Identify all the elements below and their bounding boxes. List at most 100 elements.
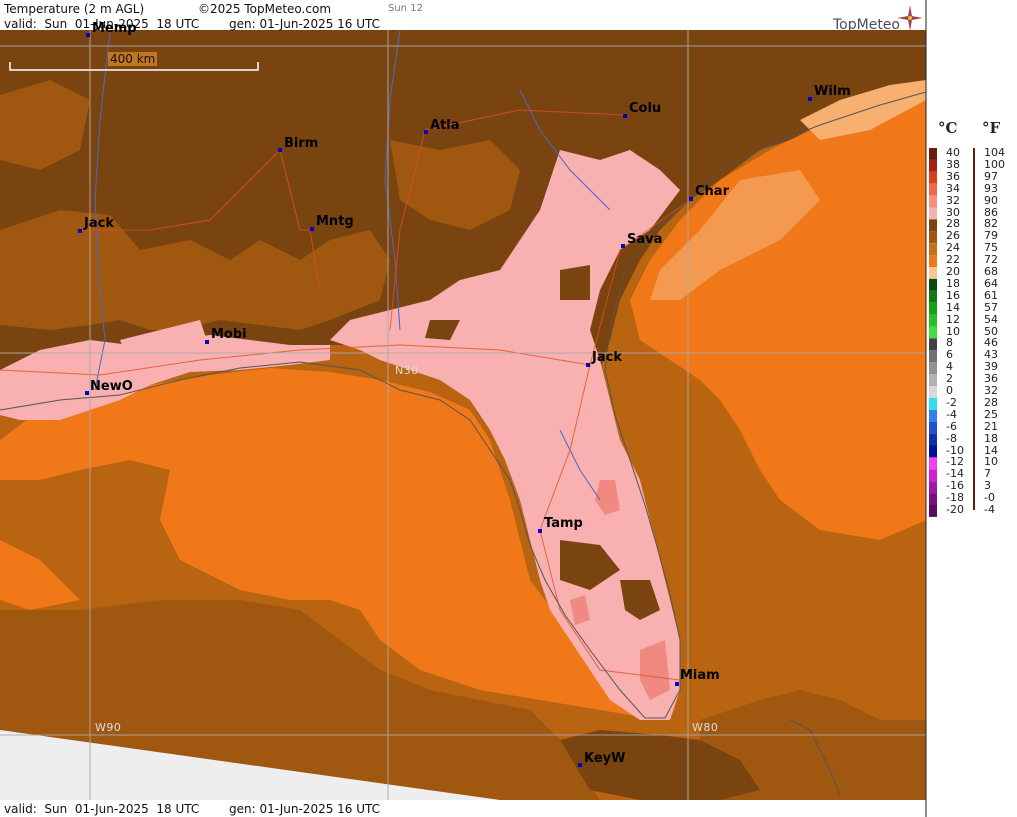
legend-fahrenheit-label: 7 — [984, 467, 991, 481]
legend-unit-fahrenheit: °F — [982, 119, 1001, 137]
legend-swatch — [929, 231, 937, 244]
legend-swatch — [929, 302, 937, 315]
legend-celsius-label: 26 — [946, 229, 960, 243]
legend-celsius-label: 8 — [946, 336, 953, 350]
legend-fahrenheit-label: 39 — [984, 360, 998, 374]
legend-celsius-label: -6 — [946, 419, 957, 433]
city-label: Mntg — [316, 214, 354, 229]
legend-fahrenheit-label: 18 — [984, 431, 998, 445]
legend-swatch — [929, 314, 937, 327]
legend-swatch — [929, 350, 937, 363]
city-label: Birm — [284, 136, 319, 151]
legend-celsius-label: -8 — [946, 431, 957, 445]
legend-fahrenheit-label: 64 — [984, 276, 998, 290]
legend-fahrenheit-label: 3 — [984, 479, 991, 493]
legend-fahrenheit-label: 82 — [984, 217, 998, 231]
city-label: Memp — [92, 21, 137, 36]
legend-fahrenheit-label: 104 — [984, 146, 1005, 159]
legend-celsius-label: -20 — [946, 503, 964, 516]
legend-fahrenheit-label: 79 — [984, 229, 998, 243]
legend-swatch — [929, 374, 937, 386]
map-title: Temperature (2 m AGL) — [4, 2, 145, 16]
topmeteo-logo: TopMeteo — [833, 17, 900, 33]
legend-celsius-label: 10 — [946, 324, 960, 338]
legend-fahrenheit-label: 50 — [984, 324, 998, 338]
city-label: Jack — [84, 216, 114, 231]
copyright: ©2025 TopMeteo.com — [198, 2, 332, 16]
legend-celsius-label: 2 — [946, 372, 953, 386]
city-label: Colu — [629, 101, 662, 116]
legend-fahrenheit-label: 46 — [984, 336, 998, 350]
legend-fahrenheit-label: 43 — [984, 348, 998, 362]
legend-swatch — [929, 481, 937, 494]
grid-label-n30: N30 — [395, 364, 419, 377]
legend-celsius-label: -12 — [946, 455, 964, 469]
legend-fahrenheit-label: 72 — [984, 253, 998, 267]
footer-gen-time: gen: 01-Jun-2025 16 UTC — [229, 802, 381, 816]
legend-celsius-label: 30 — [946, 205, 960, 219]
legend-fahrenheit-label: 14 — [984, 443, 998, 457]
city-label: Miam — [680, 668, 720, 683]
legend-fahrenheit-label: 28 — [984, 395, 998, 409]
legend-swatch — [929, 445, 937, 458]
legend-celsius-label: 4 — [946, 360, 953, 374]
legend-fahrenheit-label: -0 — [984, 491, 995, 505]
legend-fahrenheit-label: 86 — [984, 205, 998, 219]
city-label: Sava — [627, 232, 663, 247]
legend-unit-celsius: °C — [938, 119, 958, 137]
gen-time: gen: 01-Jun-2025 16 UTC — [229, 17, 381, 31]
legend-fahrenheit-label: 68 — [984, 265, 998, 278]
legend-celsius-label: -18 — [946, 491, 964, 505]
legend-fahrenheit-label: 25 — [984, 407, 998, 421]
legend-fahrenheit-label: 10 — [984, 455, 998, 469]
legend-fahrenheit-label: 54 — [984, 312, 998, 326]
legend-fahrenheit-label: -4 — [984, 503, 995, 516]
legend-celsius-label: 36 — [946, 169, 960, 183]
legend-swatch — [929, 326, 937, 339]
legend-swatch — [929, 397, 937, 410]
legend-celsius-label: 38 — [946, 157, 960, 171]
legend-celsius-label: 24 — [946, 241, 960, 255]
legend-celsius-label: 16 — [946, 288, 960, 302]
legend-swatch — [929, 195, 937, 208]
legend-celsius-label: 40 — [946, 146, 960, 159]
legend-fahrenheit-label: 97 — [984, 169, 998, 183]
legend-fahrenheit-label: 21 — [984, 419, 998, 433]
footer-valid-time: valid: Sun 01-Jun-2025 18 UTC — [4, 802, 200, 816]
legend-swatch — [929, 386, 937, 398]
legend-celsius-label: 0 — [946, 384, 953, 397]
city-label: KeyW — [584, 751, 626, 766]
legend-fahrenheit-label: 57 — [984, 300, 998, 314]
legend-swatch — [929, 207, 937, 220]
legend-fahrenheit-label: 36 — [984, 372, 998, 386]
legend-celsius-label: 34 — [946, 181, 960, 195]
legend-swatch — [929, 243, 937, 256]
land-28c-fl-patch-3 — [560, 265, 590, 300]
legend-swatch — [929, 219, 937, 232]
legend-fahrenheit-label: 93 — [984, 181, 998, 195]
legend-swatch — [929, 433, 937, 446]
legend-swatch — [929, 493, 937, 505]
legend-celsius-label: 12 — [946, 312, 960, 326]
legend-celsius-label: 22 — [946, 253, 960, 267]
legend-swatch — [929, 409, 937, 422]
legend-celsius-label: -16 — [946, 479, 964, 493]
legend-swatch — [929, 255, 937, 267]
city-label: Jack — [592, 350, 622, 365]
run-label: Sun 12 — [388, 3, 423, 14]
legend-swatch — [929, 171, 937, 184]
legend-celsius-label: 28 — [946, 217, 960, 231]
city-label: Atla — [430, 118, 460, 133]
legend-celsius-label: 18 — [946, 276, 960, 290]
legend-swatch — [929, 183, 937, 196]
legend-swatch — [929, 505, 937, 517]
legend-celsius-label: -14 — [946, 467, 964, 481]
legend-swatch — [929, 290, 937, 303]
temperature-map — [0, 0, 1017, 817]
grid-label-w80: W80 — [692, 721, 719, 734]
city-label: Tamp — [544, 516, 583, 531]
compass-star-icon — [897, 5, 923, 31]
legend-celsius-label: -4 — [946, 407, 957, 421]
city-label: NewO — [90, 379, 133, 394]
legend-swatch — [929, 267, 937, 279]
